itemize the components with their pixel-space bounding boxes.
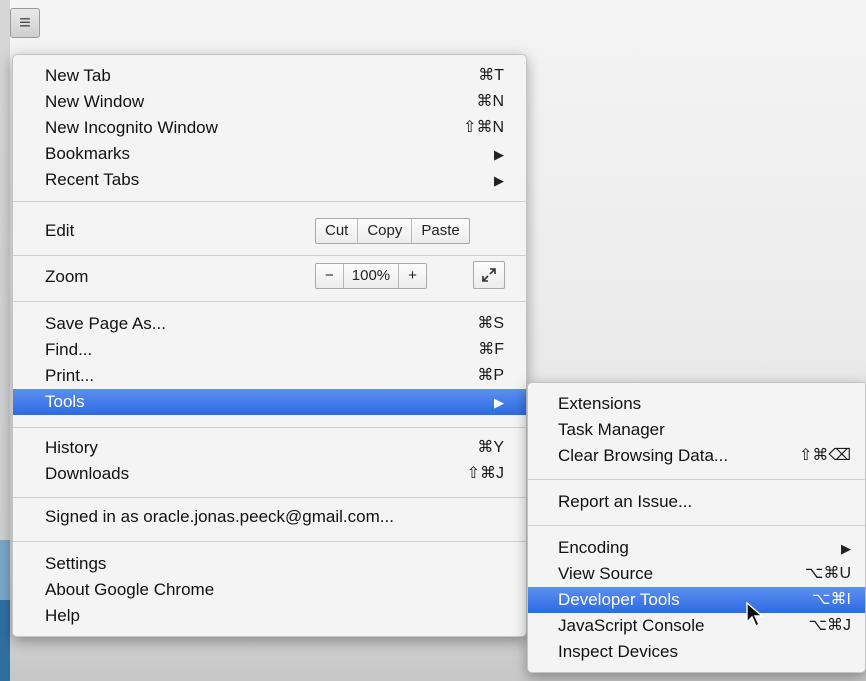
menu-item-label: Encoding xyxy=(558,538,629,557)
menu-item-settings[interactable]: Settings xyxy=(13,551,526,577)
menu-item-label: Settings xyxy=(45,554,107,573)
menu-item-label: Task Manager xyxy=(558,420,665,439)
menu-item-label: About Google Chrome xyxy=(45,580,215,599)
menu-item-label: Help xyxy=(45,606,80,625)
mouse-pointer-icon xyxy=(746,601,764,627)
chrome-main-menu: New Tab ⌘T New Window ⌘N New Incognito W… xyxy=(12,54,527,637)
menu-item-signed-in[interactable]: Signed in as oracle.jonas.peeck@gmail.co… xyxy=(13,501,526,533)
menu-item-label: View Source xyxy=(558,564,654,583)
menu-separator xyxy=(13,497,526,498)
menu-item-label: Inspect Devices xyxy=(558,642,678,661)
menu-item-label: Downloads xyxy=(45,464,130,483)
menu-item-label: Developer Tools xyxy=(558,590,680,609)
submenu-arrow-icon: ▶ xyxy=(494,147,504,162)
shortcut-text: ⇧⌘N xyxy=(463,119,504,136)
menu-item-label: Zoom xyxy=(45,267,89,286)
submenu-item-developer-tools[interactable]: Developer Tools ⌥⌘I xyxy=(528,587,865,613)
menu-separator xyxy=(13,301,526,302)
menu-item-zoom: Zoom xyxy=(13,261,526,293)
shortcut-text: ⌘Y xyxy=(477,439,504,456)
menu-item-label: Bookmarks xyxy=(45,144,131,163)
fullscreen-icon[interactable] xyxy=(473,261,505,289)
submenu-arrow-icon: ▶ xyxy=(494,395,504,410)
menu-item-new-window[interactable]: New Window ⌘N xyxy=(13,89,526,115)
menu-item-label: Recent Tabs xyxy=(45,170,140,189)
menu-item-label: New Window xyxy=(45,92,145,111)
shortcut-text: ⇧⌘J xyxy=(466,465,504,482)
menu-separator xyxy=(528,525,865,526)
shortcut-text: ⌘S xyxy=(477,315,504,332)
menu-item-downloads[interactable]: Downloads ⇧⌘J xyxy=(13,461,526,487)
zoom-control-group: − 100% + xyxy=(315,263,427,289)
menu-item-label: Clear Browsing Data... xyxy=(558,446,729,465)
submenu-item-extensions[interactable]: Extensions xyxy=(528,391,865,417)
paste-button[interactable]: Paste xyxy=(412,219,468,243)
shortcut-text: ⌥⌘U xyxy=(805,565,851,582)
tools-submenu: Extensions Task Manager Clear Browsing D… xyxy=(527,382,866,673)
menu-item-find[interactable]: Find... ⌘F xyxy=(13,337,526,363)
zoom-out-button[interactable]: − xyxy=(316,264,344,288)
submenu-item-view-source[interactable]: View Source ⌥⌘U xyxy=(528,561,865,587)
submenu-item-task-manager[interactable]: Task Manager xyxy=(528,417,865,443)
menu-item-label: JavaScript Console xyxy=(558,616,705,635)
menu-item-recent-tabs[interactable]: Recent Tabs ▶ xyxy=(13,167,526,193)
menu-item-label: New Incognito Window xyxy=(45,118,218,137)
menu-item-save-page-as[interactable]: Save Page As... ⌘S xyxy=(13,311,526,337)
menu-item-bookmarks[interactable]: Bookmarks ▶ xyxy=(13,141,526,167)
menu-item-label: Print... xyxy=(45,366,95,385)
menu-item-about-google-chrome[interactable]: About Google Chrome xyxy=(13,577,526,603)
shortcut-text: ⌘N xyxy=(476,93,504,110)
submenu-item-javascript-console[interactable]: JavaScript Console ⌥⌘J xyxy=(528,613,865,639)
menu-item-history[interactable]: History ⌘Y xyxy=(13,435,526,461)
menu-item-help[interactable]: Help xyxy=(13,603,526,629)
menu-separator xyxy=(13,255,526,256)
menu-separator xyxy=(13,541,526,542)
menu-item-new-tab[interactable]: New Tab ⌘T xyxy=(13,63,526,89)
zoom-level-value: 100% xyxy=(344,264,400,288)
menu-item-label: Tools xyxy=(45,392,85,411)
menu-item-label: Find... xyxy=(45,340,93,359)
submenu-arrow-icon: ▶ xyxy=(494,173,504,188)
submenu-item-inspect-devices[interactable]: Inspect Devices xyxy=(528,639,865,665)
menu-item-label: History xyxy=(45,438,98,457)
cut-button[interactable]: Cut xyxy=(316,219,359,243)
menu-item-label: Save Page As... xyxy=(45,314,166,333)
copy-button[interactable]: Copy xyxy=(358,219,413,243)
menu-item-print[interactable]: Print... ⌘P xyxy=(13,363,526,389)
menu-separator xyxy=(528,479,865,480)
hamburger-menu-icon[interactable]: ≡ xyxy=(10,8,40,38)
shortcut-text: ⌥⌘I xyxy=(812,591,851,608)
shortcut-text: ⌘P xyxy=(477,367,504,384)
menu-separator xyxy=(13,201,526,202)
shortcut-text: ⌘T xyxy=(478,67,504,84)
menu-item-label: Report an Issue... xyxy=(558,492,693,511)
window-edge xyxy=(0,0,10,681)
submenu-item-clear-browsing-data[interactable]: Clear Browsing Data... ⇧⌘⌫ xyxy=(528,443,865,469)
zoom-in-button[interactable]: + xyxy=(399,264,426,288)
window-edge-accent-dark xyxy=(0,600,10,681)
menu-item-tools[interactable]: Tools ▶ xyxy=(13,389,526,415)
edit-button-group: Cut Copy Paste xyxy=(315,218,470,244)
menu-item-new-incognito-window[interactable]: New Incognito Window ⇧⌘N xyxy=(13,115,526,141)
submenu-arrow-icon: ▶ xyxy=(841,541,851,556)
menu-item-label: Edit xyxy=(45,221,75,240)
submenu-item-report-an-issue[interactable]: Report an Issue... xyxy=(528,489,865,515)
submenu-item-encoding[interactable]: Encoding ▶ xyxy=(528,535,865,561)
shortcut-text: ⌘F xyxy=(478,341,504,358)
menu-item-label: Signed in as oracle.jonas.peeck@gmail.co… xyxy=(45,507,394,526)
shortcut-text: ⇧⌘⌫ xyxy=(798,447,851,464)
menu-item-label: New Tab xyxy=(45,66,111,85)
menu-item-label: Extensions xyxy=(558,394,642,413)
menu-separator xyxy=(13,427,526,428)
window-edge-accent xyxy=(0,540,10,600)
shortcut-text: ⌥⌘J xyxy=(808,617,851,634)
